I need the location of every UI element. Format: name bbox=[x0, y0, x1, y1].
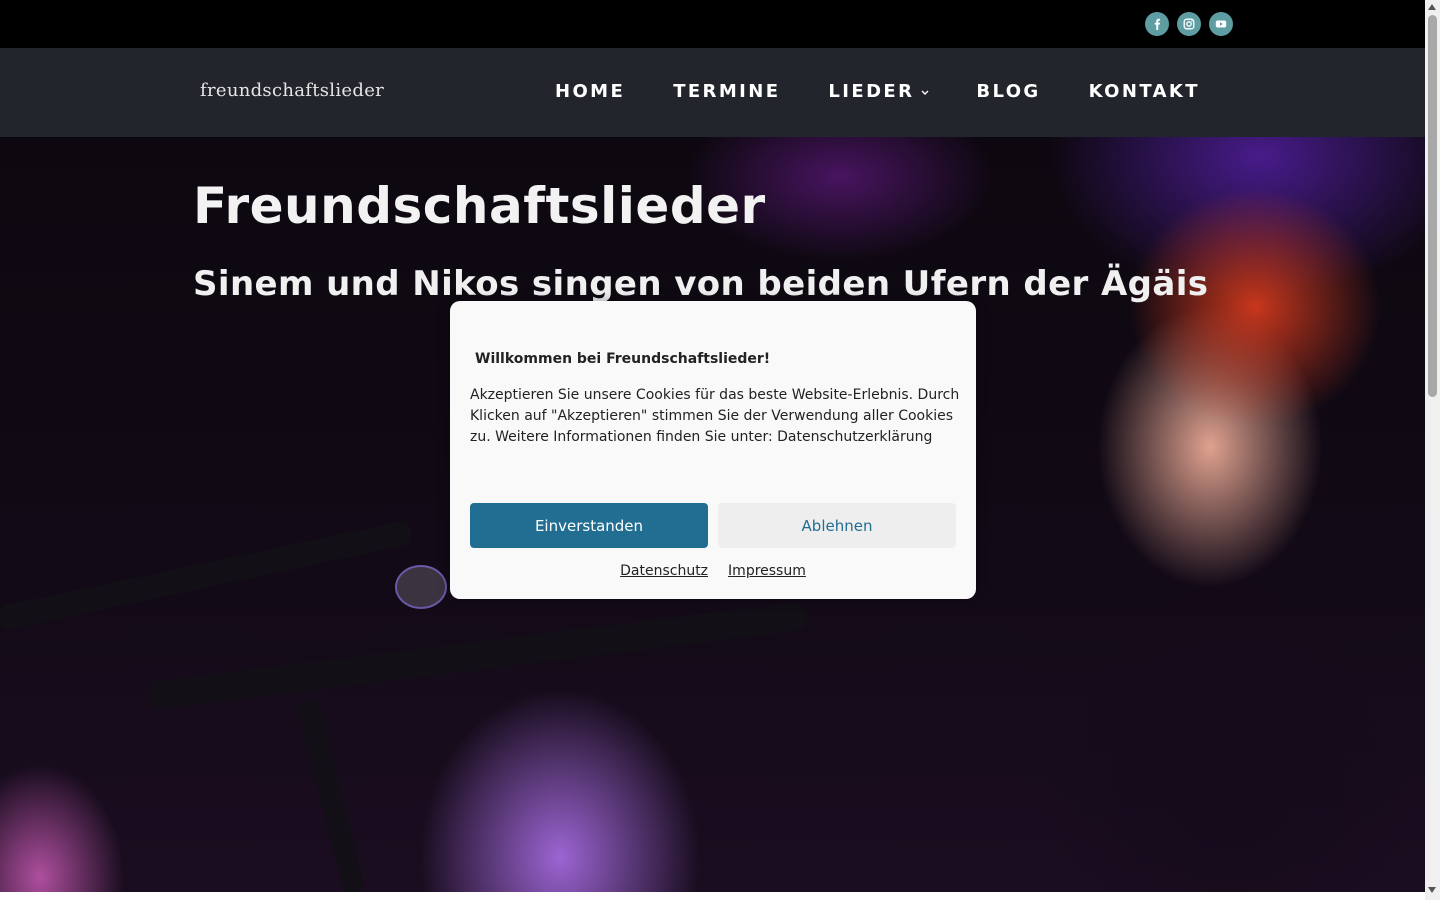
instagram-icon[interactable] bbox=[1177, 12, 1201, 36]
microphone-1 bbox=[395, 565, 447, 609]
scrollbar-thumb[interactable] bbox=[1428, 15, 1437, 397]
page: freundschaftslieder HOME TERMINE LIEDER … bbox=[0, 0, 1425, 892]
nav-termine[interactable]: TERMINE bbox=[673, 81, 780, 102]
vertical-scrollbar[interactable] bbox=[1425, 0, 1440, 900]
privacy-link[interactable]: Datenschutz bbox=[620, 563, 708, 579]
accept-cookies-button[interactable]: Einverstanden bbox=[470, 503, 708, 548]
social-links bbox=[1145, 12, 1233, 36]
chevron-down-icon bbox=[921, 90, 929, 95]
main-nav: HOME TERMINE LIEDER BLOG KONTAKT bbox=[555, 81, 1200, 102]
deny-cookies-button[interactable]: Ablehnen bbox=[718, 503, 956, 548]
cookie-dialog-title: Willkommen bei Freundschaftslieder! bbox=[475, 351, 771, 367]
nav-lieder-label: LIEDER bbox=[828, 81, 915, 102]
site-logo[interactable]: freundschaftslieder bbox=[200, 80, 384, 101]
youtube-icon[interactable] bbox=[1209, 12, 1233, 36]
nav-blog[interactable]: BLOG bbox=[976, 81, 1040, 102]
mic-stand-1 bbox=[0, 519, 414, 631]
mic-stand-3 bbox=[296, 697, 366, 892]
imprint-link[interactable]: Impressum bbox=[728, 563, 806, 579]
hero-subtitle: Sinem und Nikos singen von beiden Ufern … bbox=[193, 264, 1209, 304]
hero-title: Freundschaftslieder bbox=[193, 177, 766, 235]
cookie-dialog-text: Akzeptieren Sie unsere Cookies für das b… bbox=[470, 387, 960, 445]
cookie-dialog-links: Datenschutz Impressum bbox=[450, 563, 976, 579]
top-bar bbox=[0, 0, 1425, 48]
nav-kontakt[interactable]: KONTAKT bbox=[1089, 81, 1200, 102]
main-navbar: freundschaftslieder HOME TERMINE LIEDER … bbox=[0, 48, 1425, 137]
nav-home[interactable]: HOME bbox=[555, 81, 625, 102]
page-bottom-strip bbox=[0, 892, 1425, 900]
mic-stand-2 bbox=[148, 601, 807, 710]
scroll-down-icon[interactable] bbox=[1428, 887, 1436, 893]
cookie-consent-dialog: Willkommen bei Freundschaftslieder! Akze… bbox=[450, 301, 976, 599]
facebook-icon[interactable] bbox=[1145, 12, 1169, 36]
nav-lieder[interactable]: LIEDER bbox=[828, 81, 930, 102]
scroll-up-icon[interactable] bbox=[1428, 4, 1436, 10]
